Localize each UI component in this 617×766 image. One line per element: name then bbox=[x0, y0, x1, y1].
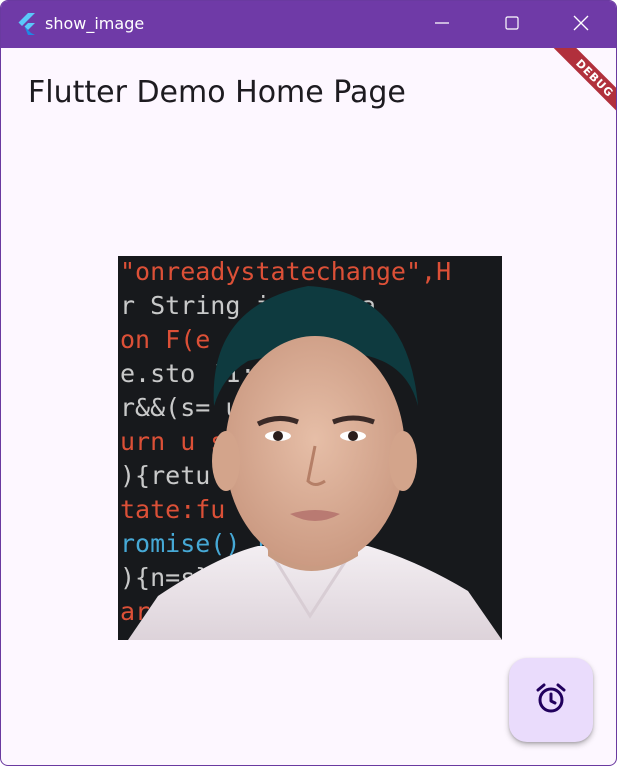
title-bar: show_image bbox=[1, 1, 616, 48]
window-title: show_image bbox=[45, 14, 145, 33]
alarm-clock-icon bbox=[534, 681, 568, 719]
portrait-photo: "onreadystatechange",H r String ion Arra o… bbox=[118, 256, 502, 640]
minimize-button[interactable] bbox=[407, 1, 477, 48]
close-icon bbox=[573, 15, 589, 35]
debug-banner: DEBUG bbox=[526, 48, 616, 138]
minimize-icon bbox=[435, 15, 449, 34]
page-title: Flutter Demo Home Page bbox=[28, 75, 406, 110]
alarm-fab-button[interactable] bbox=[509, 658, 593, 742]
app-window: show_image Flutter Demo Home Page DEBUG bbox=[0, 0, 617, 766]
portrait-image: "onreadystatechange",Hr String ion Arrao… bbox=[118, 256, 502, 640]
maximize-icon bbox=[505, 15, 519, 34]
debug-label: DEBUG bbox=[550, 48, 616, 123]
flutter-logo-icon bbox=[17, 13, 37, 35]
maximize-button[interactable] bbox=[477, 1, 547, 48]
code-line: "onreadystatechange",H bbox=[120, 257, 451, 286]
close-button[interactable] bbox=[546, 1, 616, 48]
